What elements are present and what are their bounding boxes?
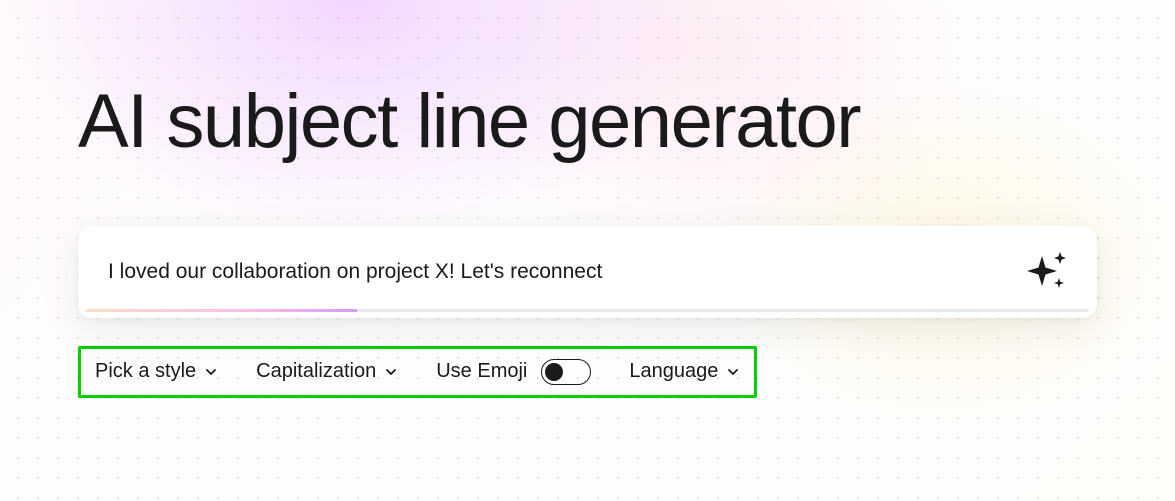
- options-row: Pick a style Capitalization Use Emoji La…: [78, 346, 757, 398]
- emoji-toggle-group: Use Emoji: [436, 359, 591, 385]
- chevron-down-icon: [384, 365, 398, 379]
- chevron-down-icon: [204, 365, 218, 379]
- prompt-input[interactable]: [108, 260, 1017, 284]
- capitalization-dropdown[interactable]: Capitalization: [256, 360, 398, 383]
- emoji-toggle-label: Use Emoji: [436, 360, 527, 383]
- style-dropdown-label: Pick a style: [95, 360, 196, 383]
- page-title: AI subject line generator: [78, 80, 1097, 164]
- capitalization-dropdown-label: Capitalization: [256, 360, 376, 383]
- generate-button[interactable]: [1017, 243, 1075, 301]
- language-dropdown[interactable]: Language: [629, 360, 740, 383]
- prompt-input-card: [78, 226, 1097, 318]
- style-dropdown[interactable]: Pick a style: [95, 360, 218, 383]
- toggle-knob: [545, 363, 563, 381]
- main-container: AI subject line generator Pick a style C…: [0, 0, 1175, 398]
- emoji-toggle[interactable]: [541, 359, 591, 385]
- language-dropdown-label: Language: [629, 360, 718, 383]
- sparkle-icon: [1022, 248, 1070, 296]
- chevron-down-icon: [726, 365, 740, 379]
